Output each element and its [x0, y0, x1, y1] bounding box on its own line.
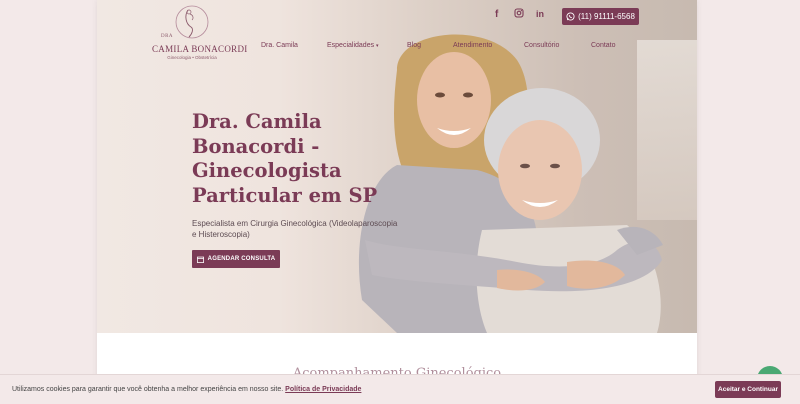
chevron-down-icon: ▾ — [376, 43, 379, 49]
schedule-appointment-button[interactable]: AGENDAR CONSULTA — [192, 250, 280, 268]
instagram-icon[interactable] — [514, 8, 524, 21]
privacy-policy-link[interactable]: Política de Privacidade — [285, 386, 361, 393]
nav-item-especialidades[interactable]: Especialidades ▾ — [327, 42, 379, 49]
site-header: DRA CAMILA BONACORDI Ginecologia • Obste… — [97, 0, 697, 60]
linkedin-icon[interactable]: in — [536, 9, 544, 19]
calendar-icon — [196, 256, 204, 263]
hero-title: Dra. Camila Bonacordi - Ginecologista Pa… — [192, 110, 378, 207]
facebook-icon[interactable]: f — [495, 9, 498, 20]
nav-item-contato[interactable]: Contato — [591, 42, 616, 49]
nav-item-consultorio[interactable]: Consultório — [524, 42, 559, 49]
nav-item-dra-camila[interactable]: Dra. Camila — [261, 42, 298, 49]
page-container: DRA CAMILA BONACORDI Ginecologia • Obste… — [97, 0, 697, 404]
nav-item-atendimento[interactable]: Atendimento — [453, 42, 492, 49]
hero-section: DRA CAMILA BONACORDI Ginecologia • Obste… — [97, 0, 697, 333]
whatsapp-number: (11) 91111-6568 — [578, 12, 635, 21]
logo-name: CAMILA BONACORDI — [152, 44, 248, 54]
cookie-message: Utilizamos cookies para garantir que voc… — [12, 386, 361, 393]
nav-item-blog[interactable]: Blog — [407, 42, 421, 49]
cookie-text: Utilizamos cookies para garantir que voc… — [12, 386, 284, 393]
site-logo[interactable]: DRA CAMILA BONACORDI Ginecologia • Obste… — [152, 4, 248, 60]
whatsapp-button[interactable]: (11) 91111-6568 — [562, 8, 639, 25]
hero-subtitle: Especialista em Cirurgia Ginecológica (V… — [192, 219, 398, 239]
nav-item-especialidades-label: Especialidades — [327, 42, 375, 49]
accept-cookies-button[interactable]: Aceitar e Continuar — [715, 381, 781, 398]
logo-prefix: DRA — [160, 34, 174, 39]
logo-subtitle: Ginecologia • Obstetrícia — [167, 55, 217, 60]
schedule-appointment-label: AGENDAR CONSULTA — [207, 256, 276, 262]
whatsapp-icon — [566, 12, 575, 21]
cookie-banner: Utilizamos cookies para garantir que voc… — [0, 374, 800, 404]
